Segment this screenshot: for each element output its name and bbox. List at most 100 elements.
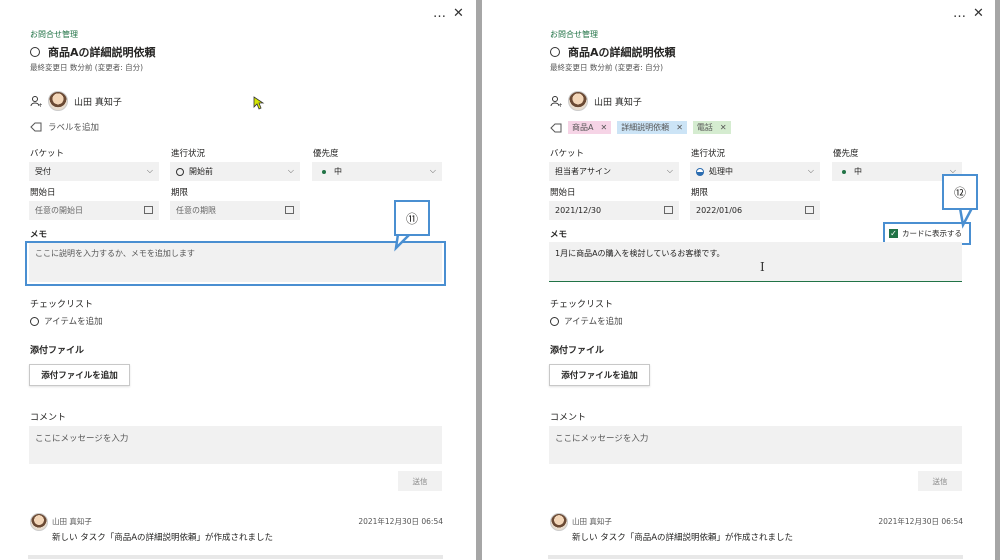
svg-text:+: + xyxy=(38,102,42,107)
assign-user-icon[interactable]: + xyxy=(30,95,42,107)
task-title[interactable]: 商品Aの詳細説明依頼 xyxy=(48,44,156,60)
memo-textarea[interactable]: 1月に商品Aの購入を検討しているお客様です。 xyxy=(549,242,962,282)
checklist-label: チェックリスト xyxy=(550,300,614,310)
add-attachment-button[interactable]: 添付ファイルを追加 xyxy=(29,364,130,386)
assign-user-icon[interactable]: + xyxy=(550,95,562,107)
label-row[interactable]: 商品A ✕ 詳細説明依頼 ✕ 電話 ✕ xyxy=(550,121,731,134)
svg-text:+: + xyxy=(558,102,562,107)
comment-input[interactable]: ここにメッセージを入力 xyxy=(29,426,442,464)
calendar-icon xyxy=(144,206,153,214)
due-date-label: 期限 xyxy=(691,188,709,198)
memo-label: メモ xyxy=(30,230,48,240)
due-date-input[interactable]: 任意の期限 xyxy=(170,201,300,220)
bucket-select[interactable]: 担当者アサイン ⌵ xyxy=(549,162,679,181)
in-progress-icon xyxy=(696,167,704,176)
text-cursor-icon: I xyxy=(760,260,765,274)
plan-name: お問合せ管理 xyxy=(30,30,78,39)
comment-text: 新しい タスク「商品Aの詳細説明依頼」が作成されました xyxy=(52,533,274,543)
start-date-input[interactable]: 任意の開始日 xyxy=(29,201,159,220)
comment-input[interactable]: ここにメッセージを入力 xyxy=(549,426,962,464)
comment-date: 2021年12月30日 06:54 xyxy=(878,517,963,526)
calendar-icon xyxy=(805,206,814,214)
label-tag[interactable]: 電話 ✕ xyxy=(692,121,731,134)
task-title-row: 商品Aの詳細説明依頼 xyxy=(550,44,676,60)
chevron-down-icon: ⌵ xyxy=(429,166,436,175)
due-date-input[interactable]: 2022/01/06 xyxy=(690,201,820,220)
circle-icon xyxy=(550,316,559,326)
chevron-down-icon: ⌵ xyxy=(666,166,673,175)
label-row[interactable]: ラベルを追加 xyxy=(30,121,99,133)
checklist-add-label: アイテムを追加 xyxy=(564,317,623,327)
close-icon[interactable]: ✕ xyxy=(453,6,464,21)
complete-task-icon[interactable] xyxy=(30,47,40,57)
bucket-label: バケット xyxy=(30,149,65,159)
bucket-value: 担当者アサイン xyxy=(555,167,611,176)
progress-select[interactable]: 処理中 ⌵ xyxy=(690,162,820,181)
calendar-icon xyxy=(664,206,673,214)
progress-select[interactable]: 開始前 ⌵ xyxy=(170,162,300,181)
complete-task-icon[interactable] xyxy=(550,47,560,57)
plan-name: お問合せ管理 xyxy=(550,30,598,39)
remove-label-icon[interactable]: ✕ xyxy=(720,123,727,132)
comment-author: 山田 真知子 xyxy=(52,517,92,526)
start-date-label: 開始日 xyxy=(550,188,576,198)
progress-label: 進行状況 xyxy=(171,149,206,159)
assignee-row[interactable]: + 山田 真知子 xyxy=(30,91,122,111)
scrollbar[interactable] xyxy=(995,0,1000,560)
not-started-icon xyxy=(176,167,184,176)
bucket-select[interactable]: 受付 ⌵ xyxy=(29,162,159,181)
checkmark-icon: ✓ xyxy=(889,229,898,238)
avatar xyxy=(550,513,568,531)
assignee-name: 山田 真知子 xyxy=(74,97,122,108)
progress-value: 開始前 xyxy=(189,167,213,176)
chevron-down-icon: ⌵ xyxy=(807,166,814,175)
add-label-link[interactable]: ラベルを追加 xyxy=(48,121,99,133)
checklist-add-item[interactable]: アイテムを追加 xyxy=(550,315,623,327)
priority-dot-icon xyxy=(322,169,326,174)
remove-label-icon[interactable]: ✕ xyxy=(676,123,683,132)
progress-value: 処理中 xyxy=(709,167,733,176)
close-icon[interactable]: ✕ xyxy=(973,6,984,21)
due-date-value: 任意の期限 xyxy=(176,206,216,215)
label-tag-text: 詳細説明依頼 xyxy=(621,123,670,132)
divider xyxy=(28,555,443,559)
label-tag-text: 商品A xyxy=(572,123,594,132)
mouse-cursor-icon xyxy=(253,96,265,110)
more-options-icon[interactable]: … xyxy=(953,6,966,21)
avatar xyxy=(30,513,48,531)
divider xyxy=(548,555,963,559)
label-tag[interactable]: 詳細説明依頼 ✕ xyxy=(617,121,687,134)
progress-label: 進行状況 xyxy=(691,149,726,159)
send-button[interactable]: 送信 xyxy=(398,471,442,491)
task-title[interactable]: 商品Aの詳細説明依頼 xyxy=(568,44,676,60)
avatar xyxy=(568,91,588,111)
label-tag[interactable]: 商品A ✕ xyxy=(568,121,612,134)
assignee-row[interactable]: + 山田 真知子 xyxy=(550,91,642,111)
memo-label: メモ xyxy=(550,230,568,240)
comment-text: 新しい タスク「商品Aの詳細説明依頼」が作成されました xyxy=(572,533,794,543)
start-date-input[interactable]: 2021/12/30 xyxy=(549,201,679,220)
priority-select[interactable]: 中 ⌵ xyxy=(312,162,442,181)
more-options-icon[interactable]: … xyxy=(433,6,446,21)
add-attachment-button[interactable]: 添付ファイルを追加 xyxy=(549,364,650,386)
send-button[interactable]: 送信 xyxy=(918,471,962,491)
priority-dot-icon xyxy=(842,169,846,174)
remove-label-icon[interactable]: ✕ xyxy=(600,123,607,132)
priority-label: 優先度 xyxy=(313,149,339,159)
checklist-add-item[interactable]: アイテムを追加 xyxy=(30,315,103,327)
task-detail-panel-left: … ✕ お問合せ管理 商品Aの詳細説明依頼 最終変更日 数分前 (変更者: 自分… xyxy=(0,0,476,560)
chevron-down-icon: ⌵ xyxy=(146,166,153,175)
attachments-label: 添付ファイル xyxy=(550,346,605,356)
callout-11: ⑪ xyxy=(394,200,430,236)
last-modified: 最終変更日 数分前 (変更者: 自分) xyxy=(550,63,664,72)
comment-date: 2021年12月30日 06:54 xyxy=(358,517,443,526)
attachments-label: 添付ファイル xyxy=(30,346,85,356)
label-tag-text: 電話 xyxy=(696,123,713,132)
callout-12: ⑫ xyxy=(942,174,978,210)
tag-icon xyxy=(550,123,562,132)
priority-value: 中 xyxy=(854,167,862,176)
calendar-icon xyxy=(285,206,294,214)
task-title-row: 商品Aの詳細説明依頼 xyxy=(30,44,156,60)
due-date-value: 2022/01/06 xyxy=(696,206,743,215)
avatar xyxy=(48,91,68,111)
